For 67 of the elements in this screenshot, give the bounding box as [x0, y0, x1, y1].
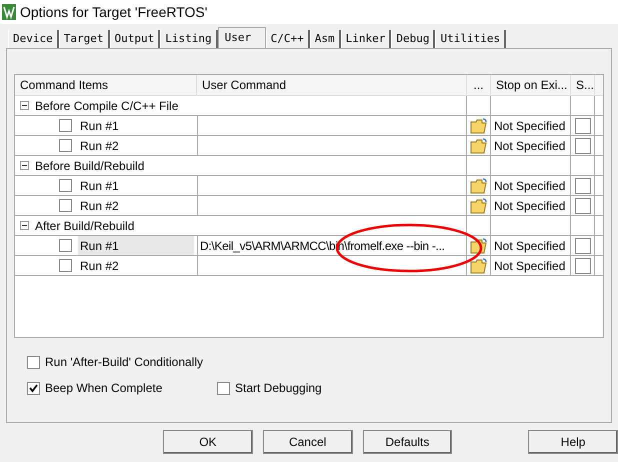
command-field[interactable] — [197, 256, 467, 275]
option-label[interactable]: Start Debugging — [235, 379, 322, 397]
collapse-toggle[interactable] — [20, 101, 29, 110]
checkbox[interactable] — [59, 119, 72, 132]
column-header[interactable]: ... — [467, 75, 491, 95]
column-header[interactable]: Command Items — [15, 75, 197, 95]
dialog-button[interactable]: Cancel — [262, 430, 352, 454]
tab[interactable]: Asm — [310, 30, 341, 48]
checkbox[interactable] — [574, 238, 590, 254]
checkbox[interactable] — [27, 382, 40, 394]
dialog-button[interactable]: Defaults — [362, 430, 452, 454]
command-field[interactable] — [197, 196, 467, 215]
option-label[interactable]: Run 'After-Build' Conditionally — [45, 353, 203, 371]
folder-icon[interactable] — [470, 178, 488, 194]
option-label[interactable]: Beep When Complete — [45, 379, 162, 397]
command-field[interactable] — [197, 136, 467, 155]
folder-icon[interactable] — [470, 138, 488, 154]
group-label[interactable]: After Build/Rebuild — [35, 216, 134, 234]
tab[interactable]: Debug — [391, 30, 436, 48]
checkbox[interactable] — [59, 259, 72, 272]
checkbox[interactable] — [27, 356, 40, 368]
run-item[interactable]: Run #2 — [78, 196, 194, 215]
checkbox[interactable] — [574, 258, 590, 274]
run-item[interactable]: Run #1 — [78, 236, 194, 255]
tab[interactable]: C/C++ — [266, 30, 310, 48]
stop-on-exit-value[interactable]: Not Specified — [494, 136, 566, 154]
dialog-button[interactable]: Help — [528, 430, 618, 454]
window-title: Options for Target 'FreeRTOS' — [20, 2, 208, 22]
tab[interactable]: Output — [110, 30, 160, 48]
column-header[interactable]: User Command — [197, 75, 467, 95]
folder-icon[interactable] — [470, 258, 488, 274]
tab[interactable]: Device — [8, 30, 59, 48]
checkbox[interactable] — [59, 199, 72, 212]
command-field[interactable] — [197, 176, 467, 195]
collapse-toggle[interactable] — [20, 161, 29, 170]
checkbox[interactable] — [574, 118, 590, 134]
checkbox[interactable] — [217, 382, 230, 394]
group-label[interactable]: Before Compile C/C++ File — [35, 96, 178, 114]
checkbox[interactable] — [574, 198, 590, 214]
run-item[interactable]: Run #1 — [78, 176, 194, 195]
tab[interactable]: Target — [58, 30, 110, 48]
stop-on-exit-value[interactable]: Not Specified — [494, 256, 566, 274]
checkbox[interactable] — [59, 139, 72, 152]
checkbox[interactable] — [574, 178, 590, 194]
dialog-button[interactable]: OK — [163, 430, 253, 454]
stop-on-exit-value[interactable]: Not Specified — [494, 236, 566, 254]
collapse-toggle[interactable] — [20, 221, 29, 230]
tab[interactable]: User — [218, 27, 266, 49]
tab[interactable]: Linker — [340, 30, 392, 48]
folder-icon[interactable] — [470, 198, 488, 214]
tab[interactable]: Utilities — [435, 30, 506, 48]
checkbox[interactable] — [59, 239, 72, 252]
run-item[interactable]: Run #2 — [78, 256, 194, 275]
checkbox[interactable] — [574, 138, 590, 154]
column-header[interactable]: S... — [571, 75, 595, 95]
stop-on-exit-value[interactable]: Not Specified — [494, 116, 566, 134]
folder-icon[interactable] — [470, 118, 488, 134]
column-header[interactable]: Stop on Exi... — [491, 75, 571, 95]
checkbox[interactable] — [59, 179, 72, 192]
tab[interactable]: Listing — [160, 30, 218, 48]
stop-on-exit-value[interactable]: Not Specified — [494, 176, 566, 194]
group-label[interactable]: Before Build/Rebuild — [35, 156, 144, 174]
folder-icon[interactable] — [470, 238, 488, 254]
command-field[interactable] — [197, 116, 467, 135]
stop-on-exit-value[interactable]: Not Specified — [494, 196, 566, 214]
run-item[interactable]: Run #1 — [78, 116, 194, 135]
run-item[interactable]: Run #2 — [78, 136, 194, 155]
